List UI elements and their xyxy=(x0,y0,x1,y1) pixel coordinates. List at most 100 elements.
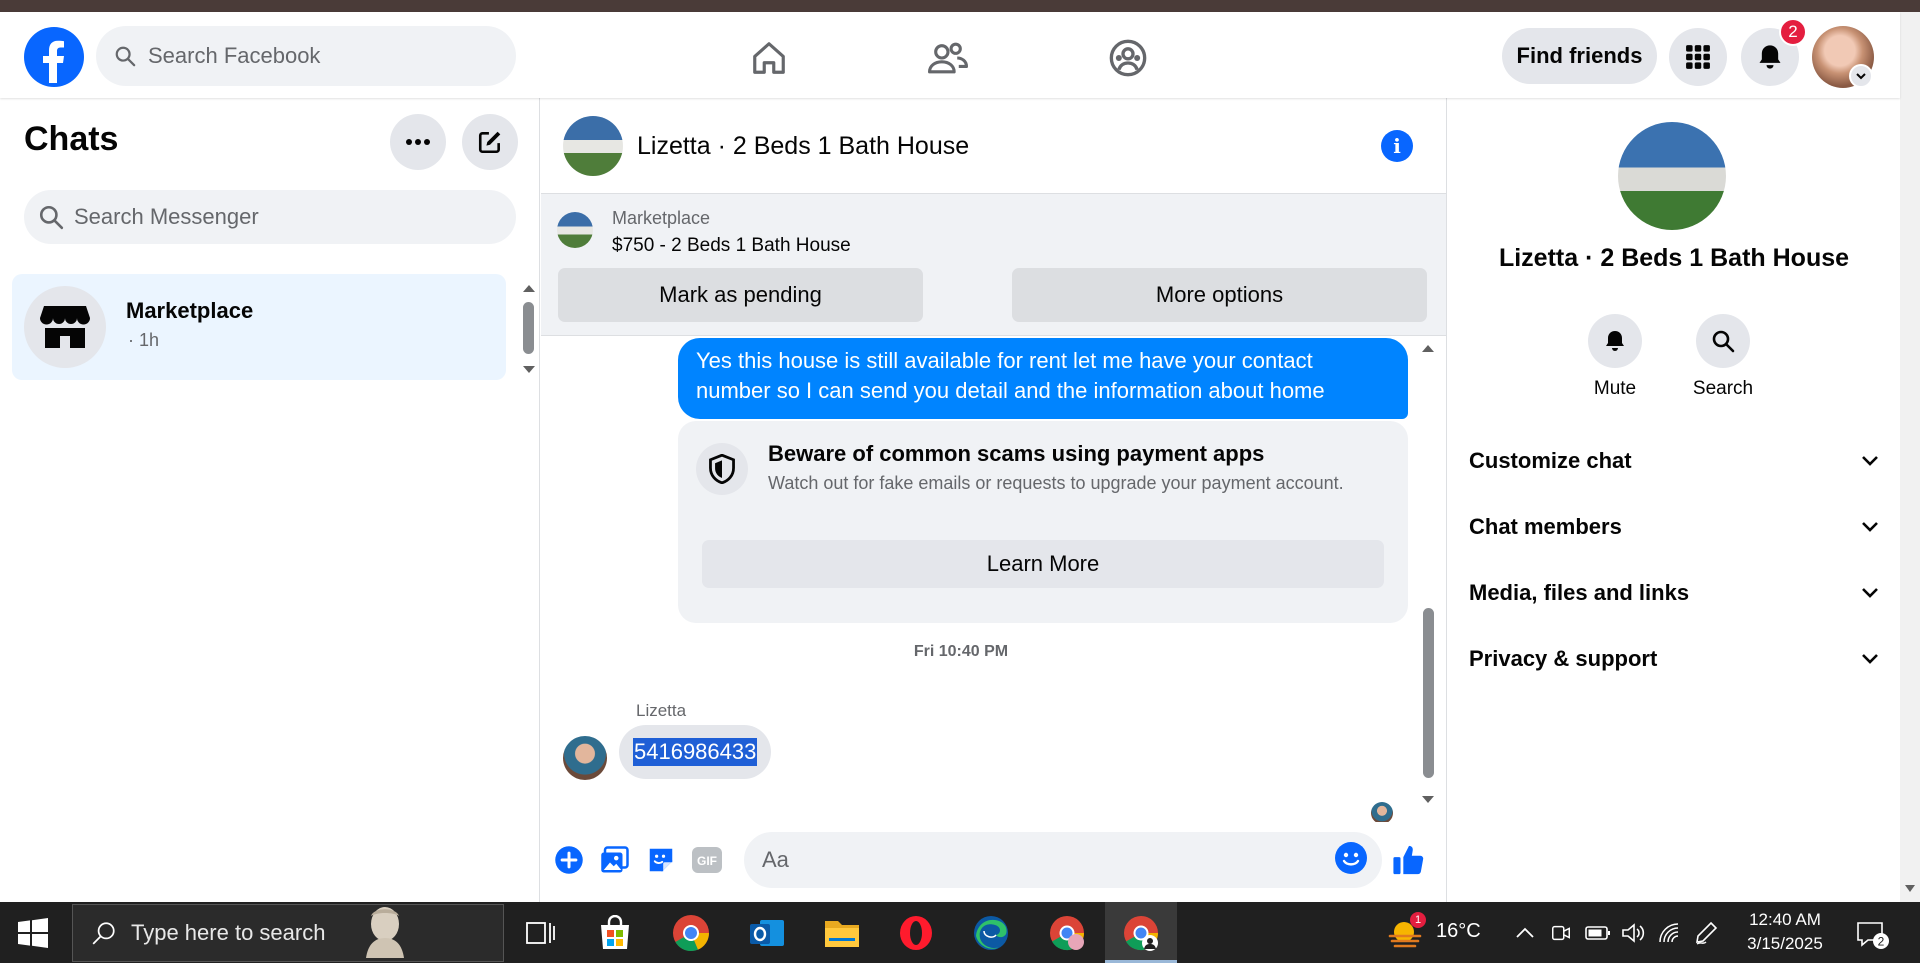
emoji-icon[interactable] xyxy=(1335,842,1367,874)
more-icon xyxy=(406,139,430,145)
search-icon xyxy=(1696,314,1750,368)
facebook-header: Search Facebook Find friends 2 xyxy=(0,12,1900,98)
facebook-search-input[interactable]: Search Facebook xyxy=(96,26,516,86)
windows-taskbar: Type here to search 1 16°C 12:40 AM 3/15… xyxy=(0,902,1920,963)
learn-more-button[interactable]: Learn More xyxy=(702,540,1384,588)
message-timestamp: Fri 10:40 PM xyxy=(913,643,1009,660)
windows-start-icon[interactable] xyxy=(18,918,48,948)
sender-avatar[interactable] xyxy=(563,736,607,780)
chat-details-avatar[interactable] xyxy=(1618,122,1726,230)
compose-icon xyxy=(478,131,501,154)
scroll-down-arrow-icon[interactable] xyxy=(1421,792,1435,810)
action-center-count: 2 xyxy=(1878,935,1885,949)
outgoing-message-bubble[interactable]: Yes this house is still available for re… xyxy=(678,338,1408,419)
info-icon[interactable]: i xyxy=(1381,130,1413,162)
media-files-links-section[interactable]: Media, files and links xyxy=(1469,568,1879,618)
home-icon[interactable] xyxy=(745,34,793,82)
messenger-search-input[interactable]: Search Messenger xyxy=(24,190,516,244)
find-friends-button[interactable]: Find friends xyxy=(1502,28,1657,84)
listing-title[interactable]: $750 - 2 Beds 1 Bath House xyxy=(612,235,851,257)
thread-scrollbar-thumb[interactable] xyxy=(1423,608,1434,778)
friends-icon[interactable] xyxy=(924,34,972,82)
message-input[interactable]: Aa xyxy=(744,832,1382,888)
chat-details-title: Lizetta · 2 Beds 1 Bath House xyxy=(1498,244,1850,272)
scam-warning-card: Beware of common scams using payment app… xyxy=(678,421,1408,623)
chat-list-item-marketplace[interactable]: Marketplace · 1h xyxy=(12,274,506,380)
search-in-chat-button[interactable]: Search xyxy=(1673,314,1773,400)
listing-thumbnail[interactable] xyxy=(557,212,593,248)
microsoft-store-icon[interactable] xyxy=(592,910,638,956)
mute-label: Mute xyxy=(1593,378,1637,399)
search-label: Search xyxy=(1692,378,1754,399)
meet-now-icon[interactable] xyxy=(1548,920,1574,946)
listing-source-label: Marketplace xyxy=(612,208,711,228)
chrome-profile-icon[interactable] xyxy=(1044,910,1090,956)
customize-chat-section[interactable]: Customize chat xyxy=(1469,436,1879,486)
sticker-icon[interactable] xyxy=(643,842,679,878)
chat-options-button[interactable] xyxy=(390,114,446,170)
privacy-support-section[interactable]: Privacy & support xyxy=(1469,634,1879,684)
weather-widget[interactable]: 1 16°C xyxy=(1386,912,1481,950)
new-message-button[interactable] xyxy=(462,114,518,170)
battery-icon[interactable] xyxy=(1585,920,1611,946)
facebook-logo-icon[interactable] xyxy=(24,27,84,87)
chat-item-name: Marketplace xyxy=(126,298,254,323)
more-options-button[interactable]: More options xyxy=(1012,268,1427,322)
mark-as-pending-button[interactable]: Mark as pending xyxy=(558,268,923,322)
photo-icon[interactable] xyxy=(597,842,633,878)
search-icon xyxy=(92,922,115,945)
gif-icon[interactable]: GIF xyxy=(689,842,725,878)
file-explorer-icon[interactable] xyxy=(819,910,865,956)
chats-scrollbar-thumb[interactable] xyxy=(523,302,534,354)
conversation-header: Lizetta · 2 Beds 1 Bath House i xyxy=(541,98,1446,194)
chat-members-section[interactable]: Chat members xyxy=(1469,502,1879,552)
chevron-down-icon xyxy=(1862,588,1878,598)
system-clock[interactable]: 12:40 AM 3/15/2025 xyxy=(1730,908,1840,956)
plus-circle-icon[interactable] xyxy=(551,842,587,878)
page-scrollbar[interactable] xyxy=(1900,12,1920,902)
mute-button[interactable]: Mute xyxy=(1565,314,1665,400)
wifi-icon[interactable] xyxy=(1657,920,1683,946)
gif-label: GIF xyxy=(697,854,717,868)
incoming-message-bubble[interactable]: 5416986433 xyxy=(619,725,772,779)
chrome-profile-active-icon[interactable] xyxy=(1118,910,1164,956)
bell-icon xyxy=(1759,45,1781,69)
section-label: Chat members xyxy=(1469,514,1622,539)
search-icon xyxy=(115,46,136,67)
task-view-icon[interactable] xyxy=(517,910,563,956)
pen-icon[interactable] xyxy=(1693,920,1719,946)
outlook-icon[interactable] xyxy=(744,910,790,956)
grid-icon xyxy=(1686,45,1710,69)
facebook-search-placeholder: Search Facebook xyxy=(148,43,321,68)
search-highlight-bust-icon xyxy=(340,904,430,958)
groups-icon[interactable] xyxy=(1104,34,1152,82)
conversation-panel: Lizetta · 2 Beds 1 Bath House i Marketpl… xyxy=(541,98,1446,902)
conversation-title[interactable]: Lizetta · 2 Beds 1 Bath House xyxy=(637,132,969,161)
notification-count-badge: 2 xyxy=(1779,18,1807,46)
scroll-down-arrow-icon[interactable] xyxy=(522,362,536,380)
chevron-down-icon xyxy=(1862,522,1878,532)
volume-icon[interactable] xyxy=(1620,920,1646,946)
opera-icon[interactable] xyxy=(893,910,939,956)
section-label: Privacy & support xyxy=(1469,646,1658,671)
section-label: Media, files and links xyxy=(1469,580,1690,605)
scroll-up-arrow-icon[interactable] xyxy=(522,280,536,298)
menu-grid-button[interactable] xyxy=(1669,28,1727,86)
incoming-message-text: 5416986433 xyxy=(633,738,758,766)
action-center-icon[interactable]: 2 xyxy=(1856,920,1890,955)
window-top-strip xyxy=(0,0,1920,12)
chrome-icon[interactable] xyxy=(668,910,714,956)
chats-title: Chats xyxy=(24,120,119,158)
temperature: 16°C xyxy=(1436,919,1481,942)
conversation-avatar[interactable] xyxy=(563,116,623,176)
edge-icon[interactable] xyxy=(968,910,1014,956)
thumbs-up-icon[interactable] xyxy=(1391,842,1427,878)
chevron-down-icon[interactable] xyxy=(1849,64,1873,88)
scam-warning-title: Beware of common scams using payment app… xyxy=(768,441,1265,466)
scroll-up-arrow-icon[interactable] xyxy=(1421,340,1435,358)
search-icon xyxy=(39,205,64,230)
messenger-search-placeholder: Search Messenger xyxy=(74,204,259,229)
taskbar-search-input[interactable]: Type here to search xyxy=(72,904,504,962)
scroll-down-arrow-icon[interactable] xyxy=(1904,884,1916,894)
chevron-up-icon[interactable] xyxy=(1512,920,1538,946)
